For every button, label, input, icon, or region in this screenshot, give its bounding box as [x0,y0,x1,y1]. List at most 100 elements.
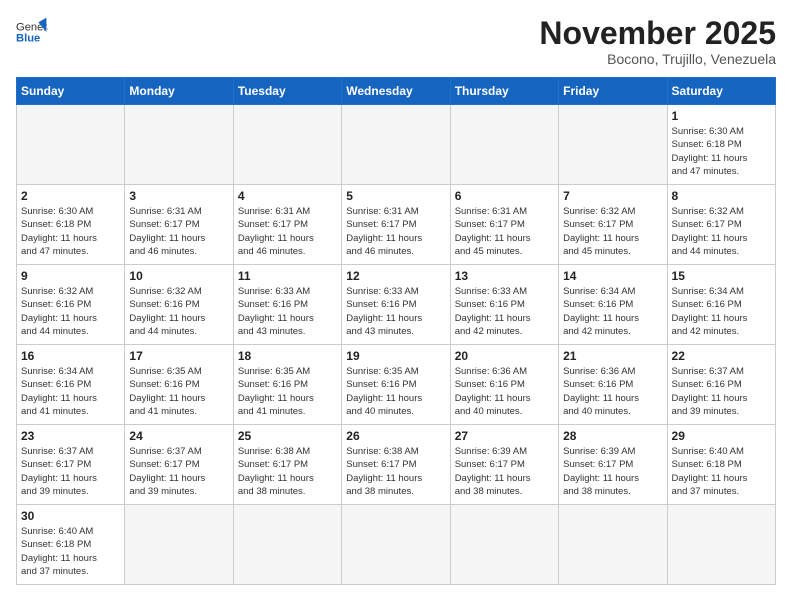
weekday-friday: Friday [559,78,667,105]
day-info: Sunrise: 6:37 AMSunset: 6:17 PMDaylight:… [129,445,228,498]
day-info: Sunrise: 6:31 AMSunset: 6:17 PMDaylight:… [129,205,228,258]
day-number: 5 [346,189,445,203]
calendar-week-5: 30Sunrise: 6:40 AMSunset: 6:18 PMDayligh… [17,505,776,585]
calendar-header: SundayMondayTuesdayWednesdayThursdayFrid… [17,78,776,105]
calendar-cell [450,505,558,585]
calendar-cell: 8Sunrise: 6:32 AMSunset: 6:17 PMDaylight… [667,185,775,265]
day-number: 4 [238,189,337,203]
day-number: 29 [672,429,771,443]
calendar-cell: 19 Sunrise: 6:35 AMSunset: 6:16 PMDayligh… [342,345,450,425]
calendar-week-3: 16 Sunrise: 6:34 AMSunset: 6:16 PMDayligh… [17,345,776,425]
calendar-cell [125,505,233,585]
calendar-cell: 13 Sunrise: 6:33 AMSunset: 6:16 PMDayligh… [450,265,558,345]
calendar-cell: 4Sunrise: 6:31 AMSunset: 6:17 PMDaylight… [233,185,341,265]
day-number: 11 [238,269,337,283]
calendar-cell [342,105,450,185]
calendar-cell: 22 Sunrise: 6:37 AMSunset: 6:16 PMDayligh… [667,345,775,425]
day-info: Sunrise: 6:32 AMSunset: 6:17 PMDaylight:… [563,205,662,258]
day-number: 9 [21,269,120,283]
day-info: Sunrise: 6:37 AMSunset: 6:17 PMDaylight:… [21,445,120,498]
weekday-wednesday: Wednesday [342,78,450,105]
calendar-cell: 3 Sunrise: 6:31 AMSunset: 6:17 PMDaylight… [125,185,233,265]
calendar-cell: 5 Sunrise: 6:31 AMSunset: 6:17 PMDaylight… [342,185,450,265]
calendar-cell [233,105,341,185]
weekday-sunday: Sunday [17,78,125,105]
calendar-cell: 17 Sunrise: 6:35 AMSunset: 6:16 PMDayligh… [125,345,233,425]
day-number: 15 [672,269,771,283]
day-info: Sunrise: 6:37 AMSunset: 6:16 PMDaylight:… [672,365,771,418]
day-number: 17 [129,349,228,363]
weekday-thursday: Thursday [450,78,558,105]
calendar-week-0: 1 Sunrise: 6:30 AMSunset: 6:18 PMDaylight… [17,105,776,185]
calendar-cell [17,105,125,185]
day-number: 2 [21,189,120,203]
day-info: Sunrise: 6:35 AMSunset: 6:16 PMDaylight:… [346,365,445,418]
calendar-cell: 14 Sunrise: 6:34 AMSunset: 6:16 PMDayligh… [559,265,667,345]
day-info: Sunrise: 6:30 AMSunset: 6:18 PMDaylight:… [672,125,771,178]
calendar-cell: 9 Sunrise: 6:32 AMSunset: 6:16 PMDaylight… [17,265,125,345]
day-number: 18 [238,349,337,363]
day-info: Sunrise: 6:39 AMSunset: 6:17 PMDaylight:… [563,445,662,498]
day-number: 3 [129,189,228,203]
day-number: 25 [238,429,337,443]
calendar-cell: 1 Sunrise: 6:30 AMSunset: 6:18 PMDaylight… [667,105,775,185]
day-number: 22 [672,349,771,363]
day-number: 19 [346,349,445,363]
calendar-cell: 28 Sunrise: 6:39 AMSunset: 6:17 PMDayligh… [559,425,667,505]
day-info: Sunrise: 6:36 AMSunset: 6:16 PMDaylight:… [563,365,662,418]
calendar-cell: 23 Sunrise: 6:37 AMSunset: 6:17 PMDayligh… [17,425,125,505]
day-info: Sunrise: 6:40 AMSunset: 6:18 PMDaylight:… [21,525,120,578]
day-info: Sunrise: 6:34 AMSunset: 6:16 PMDaylight:… [563,285,662,338]
calendar-cell: 16 Sunrise: 6:34 AMSunset: 6:16 PMDayligh… [17,345,125,425]
calendar-cell: 18 Sunrise: 6:35 AMSunset: 6:16 PMDayligh… [233,345,341,425]
day-number: 21 [563,349,662,363]
day-number: 12 [346,269,445,283]
calendar-week-2: 9 Sunrise: 6:32 AMSunset: 6:16 PMDaylight… [17,265,776,345]
calendar-cell: 25Sunrise: 6:38 AMSunset: 6:17 PMDayligh… [233,425,341,505]
weekday-tuesday: Tuesday [233,78,341,105]
calendar-cell: 11Sunrise: 6:33 AMSunset: 6:16 PMDayligh… [233,265,341,345]
month-title: November 2025 [539,16,776,51]
calendar-cell [342,505,450,585]
calendar-cell: 2 Sunrise: 6:30 AMSunset: 6:18 PMDaylight… [17,185,125,265]
day-info: Sunrise: 6:35 AMSunset: 6:16 PMDaylight:… [129,365,228,418]
logo-icon: General Blue [16,16,48,48]
day-info: Sunrise: 6:33 AMSunset: 6:16 PMDaylight:… [455,285,554,338]
day-info: Sunrise: 6:31 AMSunset: 6:17 PMDaylight:… [346,205,445,258]
day-info: Sunrise: 6:32 AMSunset: 6:16 PMDaylight:… [21,285,120,338]
day-info: Sunrise: 6:30 AMSunset: 6:18 PMDaylight:… [21,205,120,258]
day-number: 1 [672,109,771,123]
day-info: Sunrise: 6:39 AMSunset: 6:17 PMDaylight:… [455,445,554,498]
day-info: Sunrise: 6:34 AMSunset: 6:16 PMDaylight:… [672,285,771,338]
calendar-body: 1 Sunrise: 6:30 AMSunset: 6:18 PMDaylight… [17,105,776,585]
day-info: Sunrise: 6:35 AMSunset: 6:16 PMDaylight:… [238,365,337,418]
day-number: 20 [455,349,554,363]
day-info: Sunrise: 6:32 AMSunset: 6:17 PMDaylight:… [672,205,771,258]
calendar-cell: 15 Sunrise: 6:34 AMSunset: 6:16 PMDayligh… [667,265,775,345]
calendar-cell [667,505,775,585]
calendar-cell: 12Sunrise: 6:33 AMSunset: 6:16 PMDayligh… [342,265,450,345]
day-number: 10 [129,269,228,283]
day-number: 23 [21,429,120,443]
day-info: Sunrise: 6:34 AMSunset: 6:16 PMDaylight:… [21,365,120,418]
day-number: 6 [455,189,554,203]
day-info: Sunrise: 6:38 AMSunset: 6:17 PMDaylight:… [346,445,445,498]
calendar-cell: 7 Sunrise: 6:32 AMSunset: 6:17 PMDaylight… [559,185,667,265]
calendar-cell: 27 Sunrise: 6:39 AMSunset: 6:17 PMDayligh… [450,425,558,505]
weekday-monday: Monday [125,78,233,105]
calendar-cell: 20 Sunrise: 6:36 AMSunset: 6:16 PMDayligh… [450,345,558,425]
calendar-cell: 26Sunrise: 6:38 AMSunset: 6:17 PMDayligh… [342,425,450,505]
day-number: 13 [455,269,554,283]
calendar-cell [125,105,233,185]
calendar-week-1: 2 Sunrise: 6:30 AMSunset: 6:18 PMDaylight… [17,185,776,265]
calendar: SundayMondayTuesdayWednesdayThursdayFrid… [16,77,776,585]
day-number: 7 [563,189,662,203]
day-number: 16 [21,349,120,363]
day-number: 27 [455,429,554,443]
weekday-header-row: SundayMondayTuesdayWednesdayThursdayFrid… [17,78,776,105]
calendar-cell: 24Sunrise: 6:37 AMSunset: 6:17 PMDayligh… [125,425,233,505]
day-number: 28 [563,429,662,443]
day-number: 14 [563,269,662,283]
location: Bocono, Trujillo, Venezuela [539,51,776,67]
day-info: Sunrise: 6:36 AMSunset: 6:16 PMDaylight:… [455,365,554,418]
